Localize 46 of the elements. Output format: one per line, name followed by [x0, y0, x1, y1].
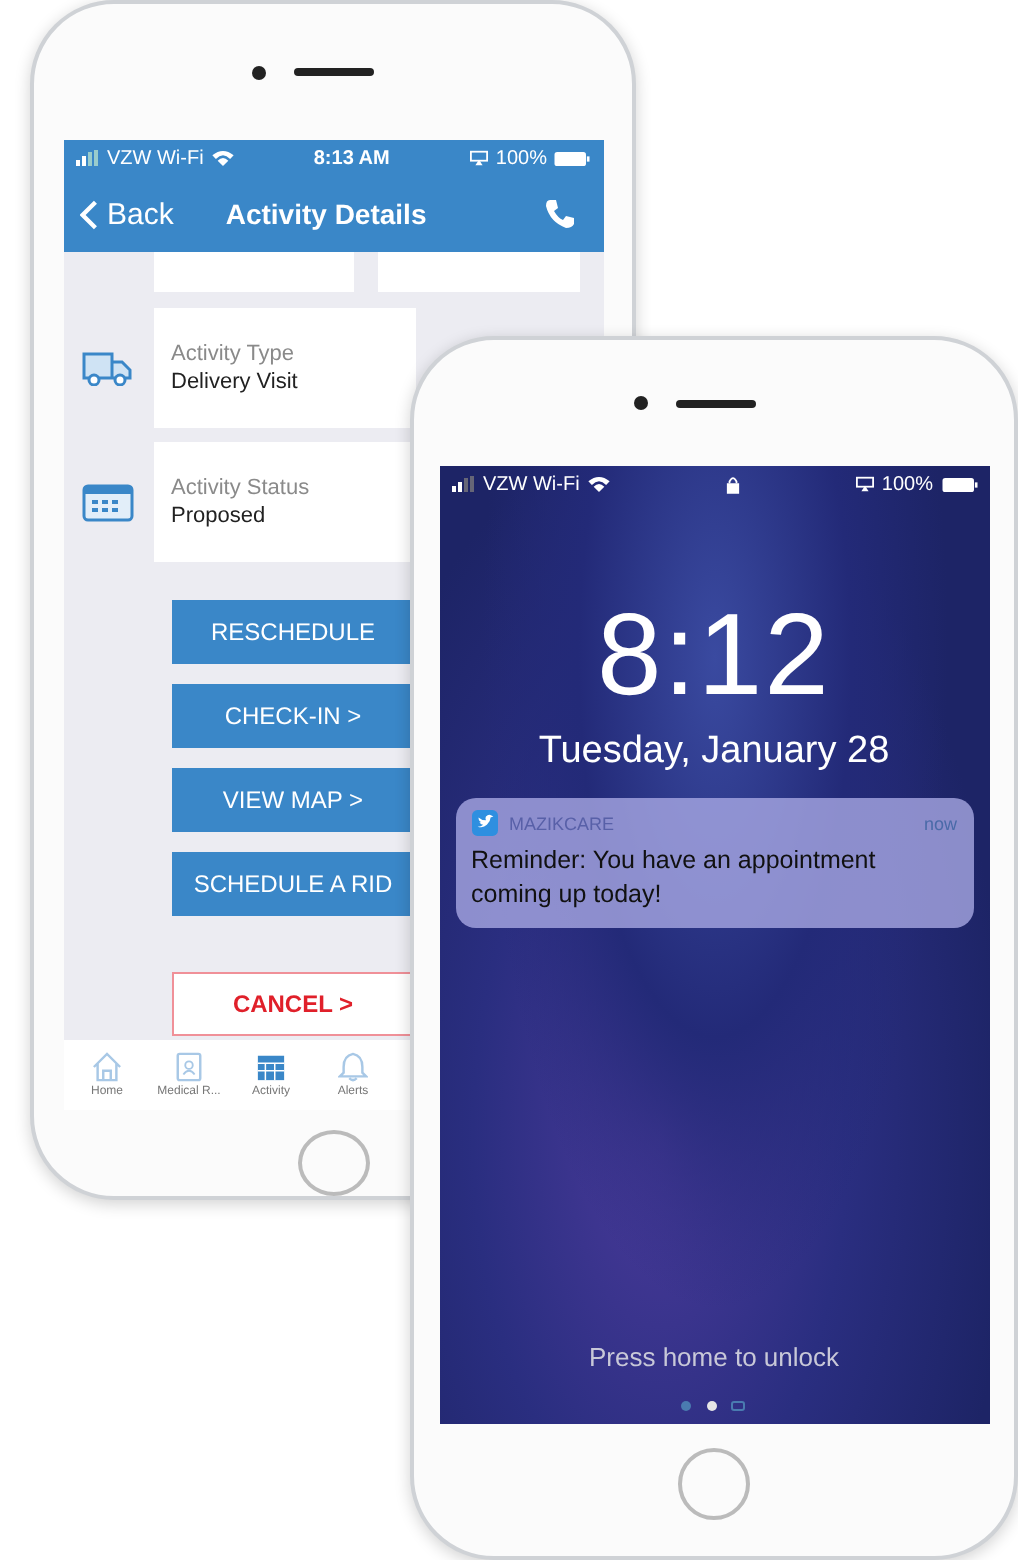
cancel-button[interactable]: CANCEL > [171, 972, 415, 1036]
unlock-hint: Press home to unlock [588, 1342, 839, 1372]
carrier-label: VZW Wi-Fi [107, 147, 204, 169]
camera-icon [633, 396, 647, 410]
lock-date: Tuesday, January 28 [538, 730, 890, 774]
screen-mirror-icon [855, 476, 874, 492]
notification-time: now [923, 813, 957, 833]
home-icon [92, 1052, 122, 1082]
battery-percent: 100% [881, 473, 933, 495]
home-button[interactable] [297, 1130, 369, 1196]
camera-icon [252, 65, 266, 79]
phone-icon[interactable] [543, 198, 575, 230]
calendar-icon [256, 1052, 286, 1082]
action-button[interactable]: SCHEDULE A RID [171, 852, 415, 916]
field-value: Delivery Visit [171, 370, 298, 394]
battery-icon [941, 477, 977, 491]
truck-icon [82, 350, 134, 386]
field-label: Activity Status [171, 476, 310, 500]
calendar-icon [82, 482, 134, 522]
action-button[interactable]: CHECK-IN > [171, 684, 415, 748]
battery-icon [554, 151, 591, 165]
screen-title: Activity Details [225, 198, 427, 230]
bird-icon [471, 810, 497, 836]
wifi-icon [587, 476, 610, 492]
page-dots-icon [680, 1400, 748, 1412]
home-button[interactable] [678, 1448, 750, 1520]
carrier-label: VZW Wi-Fi [483, 473, 580, 495]
battery-percent: 100% [495, 147, 547, 169]
speaker-grille [294, 68, 374, 76]
lock-icon [725, 475, 740, 493]
action-button[interactable]: RESCHEDULE [171, 600, 415, 664]
notification-message: Reminder: You have an appointment coming up today! [471, 844, 878, 912]
screen-mirror-icon [469, 150, 488, 166]
wifi-icon [211, 150, 234, 166]
signal-icon [75, 150, 99, 166]
bell-icon [338, 1052, 368, 1082]
field-value: Proposed [171, 504, 266, 528]
status-time: 8:13 AM [313, 147, 390, 169]
speaker-grille [675, 399, 755, 407]
signal-icon [451, 476, 475, 492]
field-label: Activity Type [171, 342, 295, 366]
chevron-icon [79, 199, 97, 229]
lock-clock: 8:12 [597, 598, 831, 714]
back-button[interactable]: Back [79, 197, 174, 231]
action-button[interactable]: VIEW MAP > [171, 768, 415, 832]
document-icon [174, 1052, 204, 1082]
